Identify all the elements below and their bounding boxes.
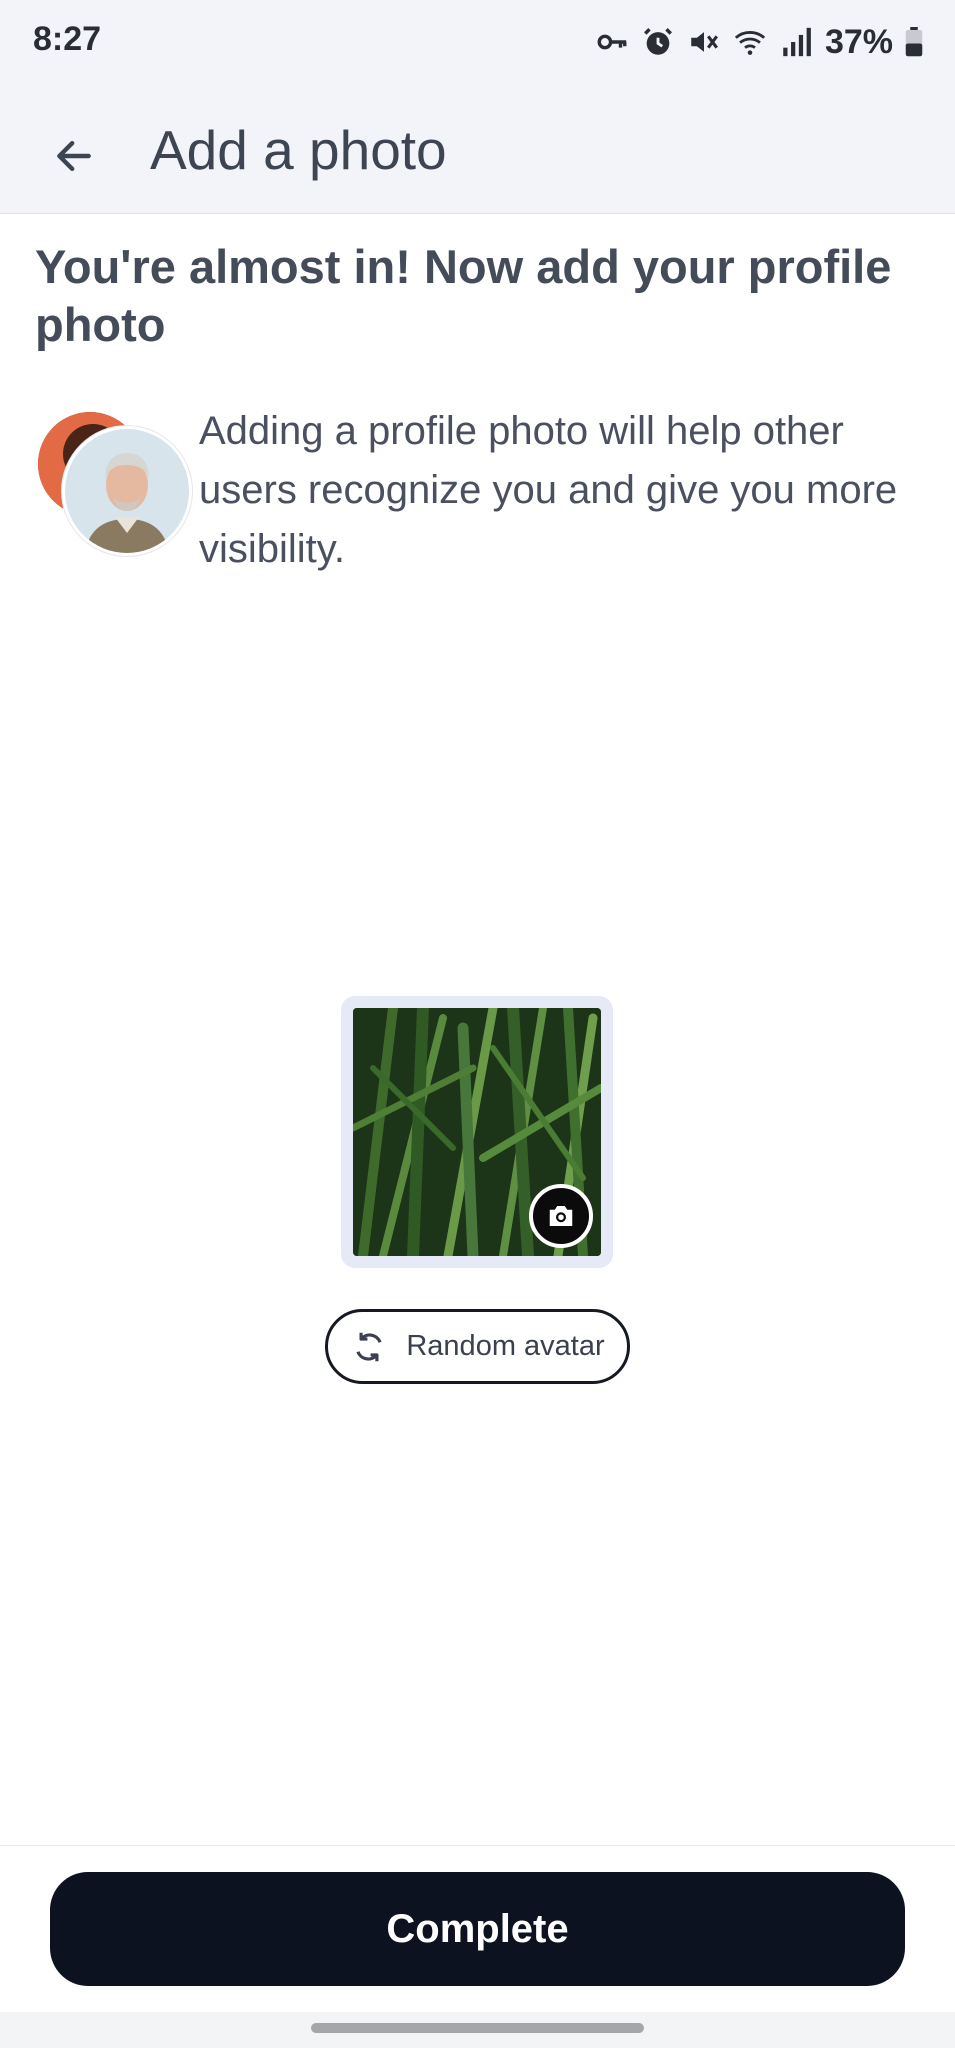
wifi-icon [734, 31, 766, 55]
status-icons: 37% [595, 20, 923, 64]
alarm-icon [643, 28, 672, 55]
battery-percent: 37% [824, 22, 893, 61]
vpn-key-icon [597, 34, 627, 50]
status-bar: 8:27 37% [0, 0, 955, 84]
mute-icon [691, 32, 718, 52]
status-time: 8:27 [33, 20, 102, 58]
avatar-example-front [62, 426, 192, 556]
camera-icon [549, 1206, 573, 1226]
example-avatars [38, 408, 192, 556]
headline: You're almost in! Now add your profile p… [35, 240, 892, 351]
profile-photo[interactable] [353, 1008, 601, 1256]
random-avatar-button[interactable]: Random avatar [325, 1309, 630, 1384]
intro-text: Adding a profile photo will help other u… [199, 409, 898, 571]
back-button[interactable] [38, 120, 110, 192]
complete-button[interactable]: Complete [50, 1872, 905, 1986]
battery-icon [905, 27, 923, 57]
photo-card[interactable] [341, 996, 613, 1268]
refresh-icon [356, 1332, 382, 1361]
random-avatar-label: Random avatar [406, 1330, 605, 1362]
change-photo-button[interactable] [529, 1184, 593, 1248]
home-indicator[interactable] [311, 2023, 644, 2033]
app-bar: Add a photo [0, 84, 955, 214]
back-arrow-icon [57, 140, 91, 172]
bottom-divider [0, 1845, 955, 1846]
complete-label: Complete [386, 1906, 569, 1951]
signal-icon [783, 27, 811, 57]
page-title: Add a photo [150, 119, 447, 181]
